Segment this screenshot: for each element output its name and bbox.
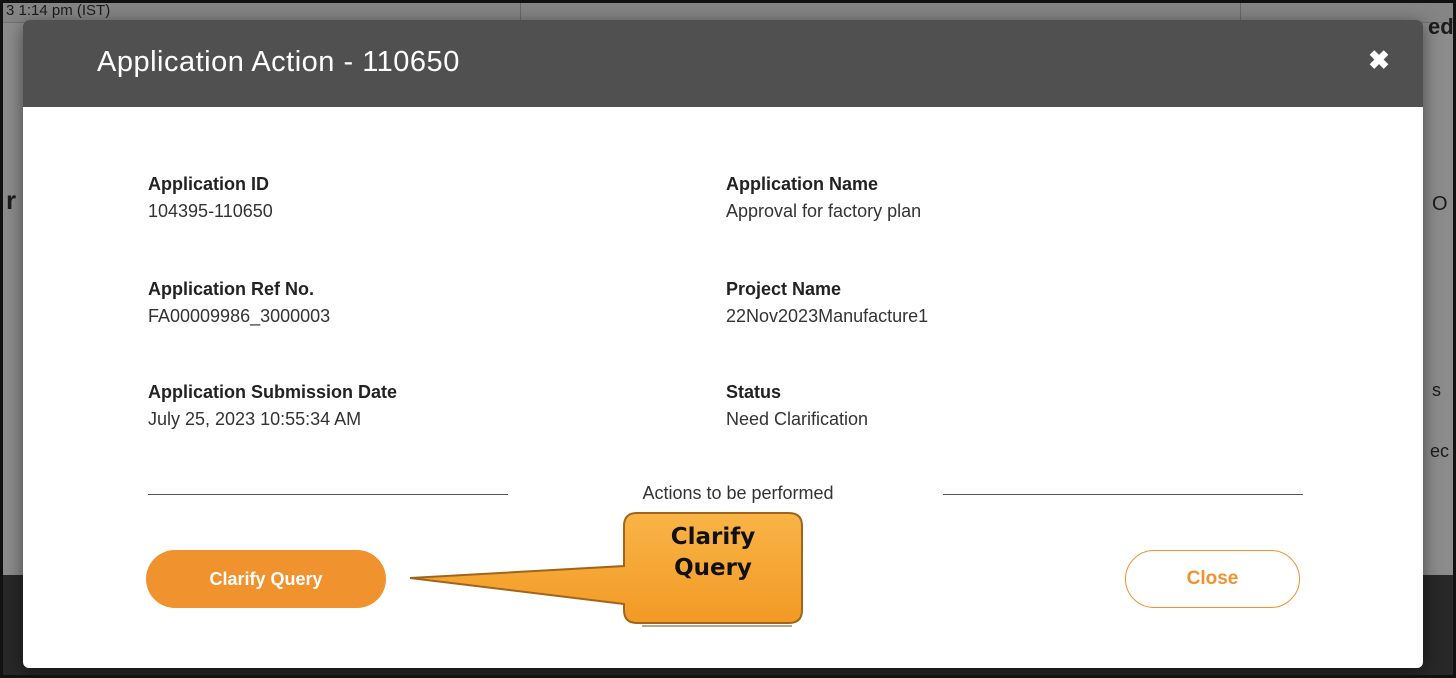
callout-line: Clarify	[670, 524, 756, 550]
callout-line: Query	[674, 555, 752, 581]
callout-label: Clarify Query	[625, 522, 801, 584]
